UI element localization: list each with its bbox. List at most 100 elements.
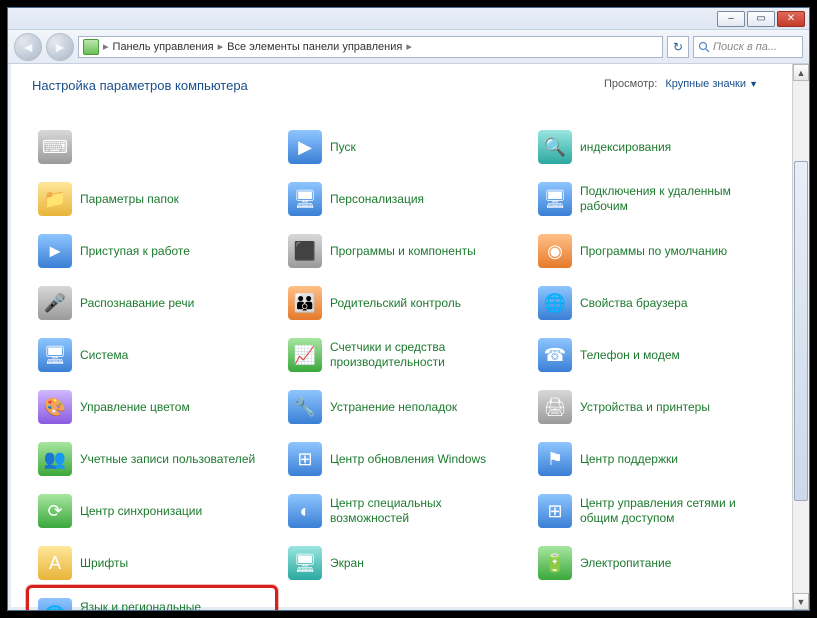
item-icon: ⊞ [538, 494, 572, 528]
control-panel-item[interactable]: 🔋Электропитание [532, 537, 782, 589]
item-label: Язык и региональные стандарты [80, 600, 260, 610]
item-icon: 📁 [38, 182, 72, 216]
item-label: Управление цветом [80, 400, 190, 415]
items-grid: ⌨▶Пуск🔍индексирования📁Параметры папок🖥Пе… [32, 121, 782, 610]
item-icon: 👥 [38, 442, 72, 476]
control-panel-item[interactable]: 👪 Родительский контроль [282, 277, 532, 329]
item-icon: ▶ [288, 130, 322, 164]
item-icon: 🌐 [38, 598, 72, 610]
control-panel-item[interactable]: ⊞Центр обновления Windows [282, 433, 532, 485]
titlebar: – ▭ ✕ [8, 8, 809, 30]
item-icon: 👪 [288, 286, 322, 320]
control-panel-item[interactable]: 📁 Параметры папок [32, 173, 282, 225]
control-panel-item[interactable]: 📈Счетчики и средства производительности [282, 329, 532, 381]
item-label: Параметры папок [80, 192, 179, 207]
item-label: Центр управления сетями и общим доступом [580, 496, 760, 526]
view-dropdown[interactable]: Крупные значки ▼ [665, 78, 758, 90]
control-panel-item[interactable]: ⚑ Центр поддержки [532, 433, 782, 485]
item-label: Родительский контроль [330, 296, 461, 311]
control-panel-icon [83, 39, 99, 55]
item-icon: 🖥 [38, 338, 72, 372]
control-panel-item[interactable]: 🖥 Система [32, 329, 282, 381]
breadcrumb-sep-icon: ▸ [218, 40, 224, 53]
item-icon: 🔍 [538, 130, 572, 164]
main-panel: Настройка параметров компьютера Просмотр… [8, 64, 792, 610]
scroll-track[interactable] [793, 81, 809, 593]
control-panel-item[interactable]: ◐ Центр специальных возможностей [282, 485, 532, 537]
content-area: Настройка параметров компьютера Просмотр… [8, 64, 809, 610]
item-label: Экран [330, 556, 364, 571]
item-label: Свойства браузера [580, 296, 688, 311]
close-button[interactable]: ✕ [777, 11, 805, 27]
control-panel-item[interactable]: ▶ Пуск [282, 121, 532, 173]
item-icon: 🖨 [538, 390, 572, 424]
control-panel-item[interactable]: ◉ Программы по умолчанию [532, 225, 782, 277]
item-label: Центр поддержки [580, 452, 678, 467]
item-icon: ⚑ [538, 442, 572, 476]
control-panel-item[interactable]: 🎨 Управление цветом [32, 381, 282, 433]
item-icon: 🖥 [538, 182, 572, 216]
item-icon: 🌐 [538, 286, 572, 320]
scroll-down-button[interactable]: ▼ [793, 593, 809, 610]
item-icon: ◐ [288, 494, 322, 528]
control-panel-item[interactable]: ⌨ [32, 121, 282, 173]
vertical-scrollbar[interactable]: ▲ ▼ [792, 64, 809, 610]
control-panel-item[interactable]: 🌐 Язык и региональные стандарты [32, 589, 282, 610]
item-label: Учетные записи пользователей [80, 452, 255, 467]
item-label: индексирования [580, 140, 671, 155]
control-panel-item[interactable]: ⟳ Центр синхронизации [32, 485, 282, 537]
search-input[interactable]: Поиск в па... [693, 36, 803, 58]
item-icon: ⟳ [38, 494, 72, 528]
control-panel-item[interactable]: ⊞ Центр управления сетями и общим доступо… [532, 485, 782, 537]
item-label: Система [80, 348, 128, 363]
breadcrumb-sep-icon: ▸ [103, 40, 109, 53]
control-panel-item[interactable]: ⬛Программы и компоненты [282, 225, 532, 277]
item-label: Программы и компоненты [330, 244, 476, 259]
control-panel-item[interactable]: AШрифты [32, 537, 282, 589]
refresh-button[interactable]: ↻ [667, 36, 689, 58]
item-icon: 🎨 [38, 390, 72, 424]
nav-back-button[interactable]: ◄ [14, 33, 42, 61]
view-selector: Просмотр: Крупные значки ▼ [604, 78, 758, 90]
control-panel-item[interactable]: 🖥 Подключения к удаленным рабочим [532, 173, 782, 225]
search-placeholder: Поиск в па... [713, 41, 777, 53]
item-label: Пуск [330, 140, 356, 155]
address-bar[interactable]: ▸ Панель управления ▸ Все элементы панел… [78, 36, 663, 58]
item-label: Подключения к удаленным рабочим [580, 184, 760, 214]
breadcrumb-1[interactable]: Панель управления [113, 41, 214, 53]
control-panel-item[interactable]: 🖨 Устройства и принтеры [532, 381, 782, 433]
scroll-thumb[interactable] [794, 161, 808, 501]
item-icon: 🎤 [38, 286, 72, 320]
control-panel-item[interactable]: ►Приступая к работе [32, 225, 282, 277]
item-label: Персонализация [330, 192, 424, 207]
item-label: Программы по умолчанию [580, 244, 727, 259]
item-icon: ⌨ [38, 130, 72, 164]
control-panel-item[interactable]: 🖥Экран [282, 537, 532, 589]
item-label: Устройства и принтеры [580, 400, 710, 415]
chevron-down-icon: ▼ [749, 79, 758, 89]
item-icon: A [38, 546, 72, 580]
scroll-up-button[interactable]: ▲ [793, 64, 809, 81]
control-panel-window: – ▭ ✕ ◄ ► ▸ Панель управления ▸ Все элем… [7, 7, 810, 611]
control-panel-item[interactable]: 🔍 индексирования [532, 121, 782, 173]
item-label: Центр синхронизации [80, 504, 202, 519]
item-label: Центр специальных возможностей [330, 496, 510, 526]
minimize-button[interactable]: – [717, 11, 745, 27]
maximize-button[interactable]: ▭ [747, 11, 775, 27]
control-panel-item[interactable]: 👥 Учетные записи пользователей [32, 433, 282, 485]
item-icon: ☎ [538, 338, 572, 372]
control-panel-item[interactable]: 🔧Устранение неполадок [282, 381, 532, 433]
item-icon: 🔋 [538, 546, 572, 580]
item-icon: 🔧 [288, 390, 322, 424]
item-icon: ◉ [538, 234, 572, 268]
navigation-bar: ◄ ► ▸ Панель управления ▸ Все элементы п… [8, 30, 809, 64]
item-label: Счетчики и средства производительности [330, 340, 510, 370]
control-panel-item[interactable]: 🖥Персонализация [282, 173, 532, 225]
control-panel-item[interactable]: 🌐 Свойства браузера [532, 277, 782, 329]
control-panel-item[interactable]: ☎Телефон и модем [532, 329, 782, 381]
item-icon: ► [38, 234, 72, 268]
control-panel-item[interactable]: 🎤Распознавание речи [32, 277, 282, 329]
breadcrumb-2[interactable]: Все элементы панели управления [227, 41, 402, 53]
nav-forward-button[interactable]: ► [46, 33, 74, 61]
view-label: Просмотр: [604, 78, 657, 90]
